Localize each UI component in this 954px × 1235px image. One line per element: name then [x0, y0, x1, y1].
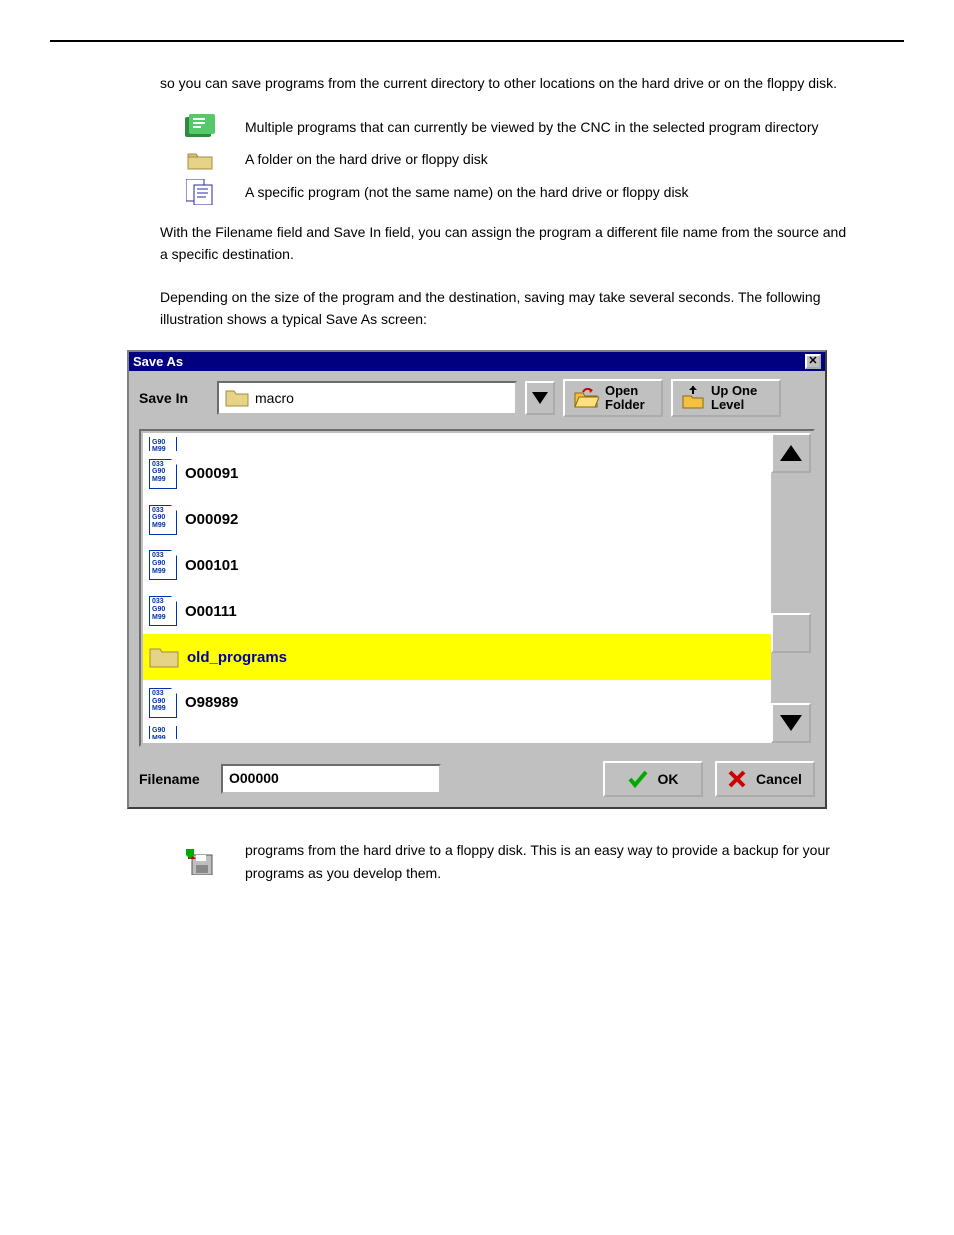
open-folder-icon	[573, 387, 599, 409]
save-in-value: macro	[255, 390, 294, 406]
dialog-titlebar: Save As ✕	[129, 352, 825, 371]
x-icon	[728, 770, 746, 788]
program-file-icon: 033 G90 M99	[149, 596, 177, 626]
save-in-label: Save In	[139, 390, 209, 406]
cancel-label: Cancel	[756, 771, 802, 787]
post-paragraph-1: With the Filename field and Save In fiel…	[160, 221, 854, 266]
icon-list-row: A folder on the hard drive or floppy dis…	[50, 148, 904, 170]
scroll-track[interactable]	[771, 473, 811, 703]
folder-icon	[225, 388, 249, 408]
program-file-icon: 033 G90 M99	[149, 437, 177, 451]
program-file-icon: 033 G90 M99	[149, 688, 177, 718]
open-folder-button[interactable]: Open Folder	[563, 379, 663, 417]
file-name-label: O98989	[185, 694, 238, 711]
close-button[interactable]: ✕	[805, 354, 821, 369]
file-row[interactable]: 033 G90 M99 O00092	[143, 497, 771, 543]
dialog-bottombar: Filename O00000 OK Cancel	[129, 751, 825, 807]
ok-button[interactable]: OK	[603, 761, 703, 797]
dialog-toolbar: Save In macro Open Folder Up On	[129, 371, 825, 425]
program-file-icon: 033 G90 M99	[149, 726, 177, 740]
file-name-label: O00091	[185, 465, 238, 482]
folder-icon	[149, 645, 179, 669]
program-file-icon	[186, 179, 214, 205]
up-one-level-button[interactable]: Up One Level	[671, 379, 781, 417]
post-paragraph-2: Depending on the size of the program and…	[160, 286, 854, 331]
program-file-icon: 033 G90 M99	[149, 550, 177, 580]
dialog-title: Save As	[133, 354, 183, 369]
file-row[interactable]: 033 G90 M99 O98989	[143, 680, 771, 726]
file-row[interactable]: 033 G90 M99 O00091	[143, 451, 771, 497]
floppy-save-icon	[186, 849, 214, 875]
file-name-label: O00101	[185, 557, 238, 574]
save-as-dialog: Save As ✕ Save In macro Open Folder	[127, 350, 827, 809]
filename-input[interactable]: O00000	[221, 764, 441, 794]
filename-label: Filename	[139, 771, 209, 787]
folder-row[interactable]: old_programs	[143, 634, 771, 680]
floppy-row-text: programs from the hard drive to a floppy…	[245, 839, 854, 884]
scroll-up-button[interactable]	[771, 433, 811, 473]
file-row[interactable]: 033 G90 M99 O00101	[143, 543, 771, 589]
filename-value: O00000	[229, 770, 279, 786]
up-one-label: Up One Level	[711, 384, 771, 413]
file-row[interactable]: 033 G90 M99	[143, 437, 771, 451]
save-in-field[interactable]: macro	[217, 381, 517, 415]
save-in-dropdown-button[interactable]	[525, 381, 555, 415]
icon-row-text: A folder on the hard drive or floppy dis…	[245, 148, 854, 170]
scroll-down-button[interactable]	[771, 703, 811, 743]
cancel-button[interactable]: Cancel	[715, 761, 815, 797]
file-name-label: O00092	[185, 511, 238, 528]
ok-label: OK	[658, 771, 679, 787]
file-list-frame: 033 G90 M99 033 G90 M99 O00091 033 G90 M99 O…	[139, 429, 815, 747]
multi-program-icon	[185, 114, 215, 140]
page-header-rule	[50, 40, 904, 42]
folder-icon	[187, 150, 213, 170]
program-file-icon: 033 G90 M99	[149, 459, 177, 489]
icon-list-row: A specific program (not the same name) o…	[50, 179, 904, 205]
file-name-label: old_programs	[187, 649, 287, 666]
icon-list-row: programs from the hard drive to a floppy…	[50, 839, 904, 884]
open-folder-label: Open Folder	[605, 384, 653, 413]
file-row[interactable]: 033 G90 M99	[143, 726, 771, 740]
icon-row-text: A specific program (not the same name) o…	[245, 181, 854, 203]
program-file-icon: 033 G90 M99	[149, 505, 177, 535]
icon-list-row: Multiple programs that can currently be …	[50, 114, 904, 140]
check-icon	[628, 770, 648, 788]
scroll-thumb[interactable]	[771, 613, 811, 653]
file-list[interactable]: 033 G90 M99 033 G90 M99 O00091 033 G90 M99 O…	[143, 433, 771, 743]
file-name-label: O00111	[185, 603, 237, 620]
file-row[interactable]: 033 G90 M99 O00111	[143, 588, 771, 634]
scrollbar[interactable]	[771, 433, 811, 743]
intro-paragraph: so you can save programs from the curren…	[160, 72, 854, 94]
up-folder-icon	[681, 386, 705, 410]
icon-row-text: Multiple programs that can currently be …	[245, 116, 854, 138]
